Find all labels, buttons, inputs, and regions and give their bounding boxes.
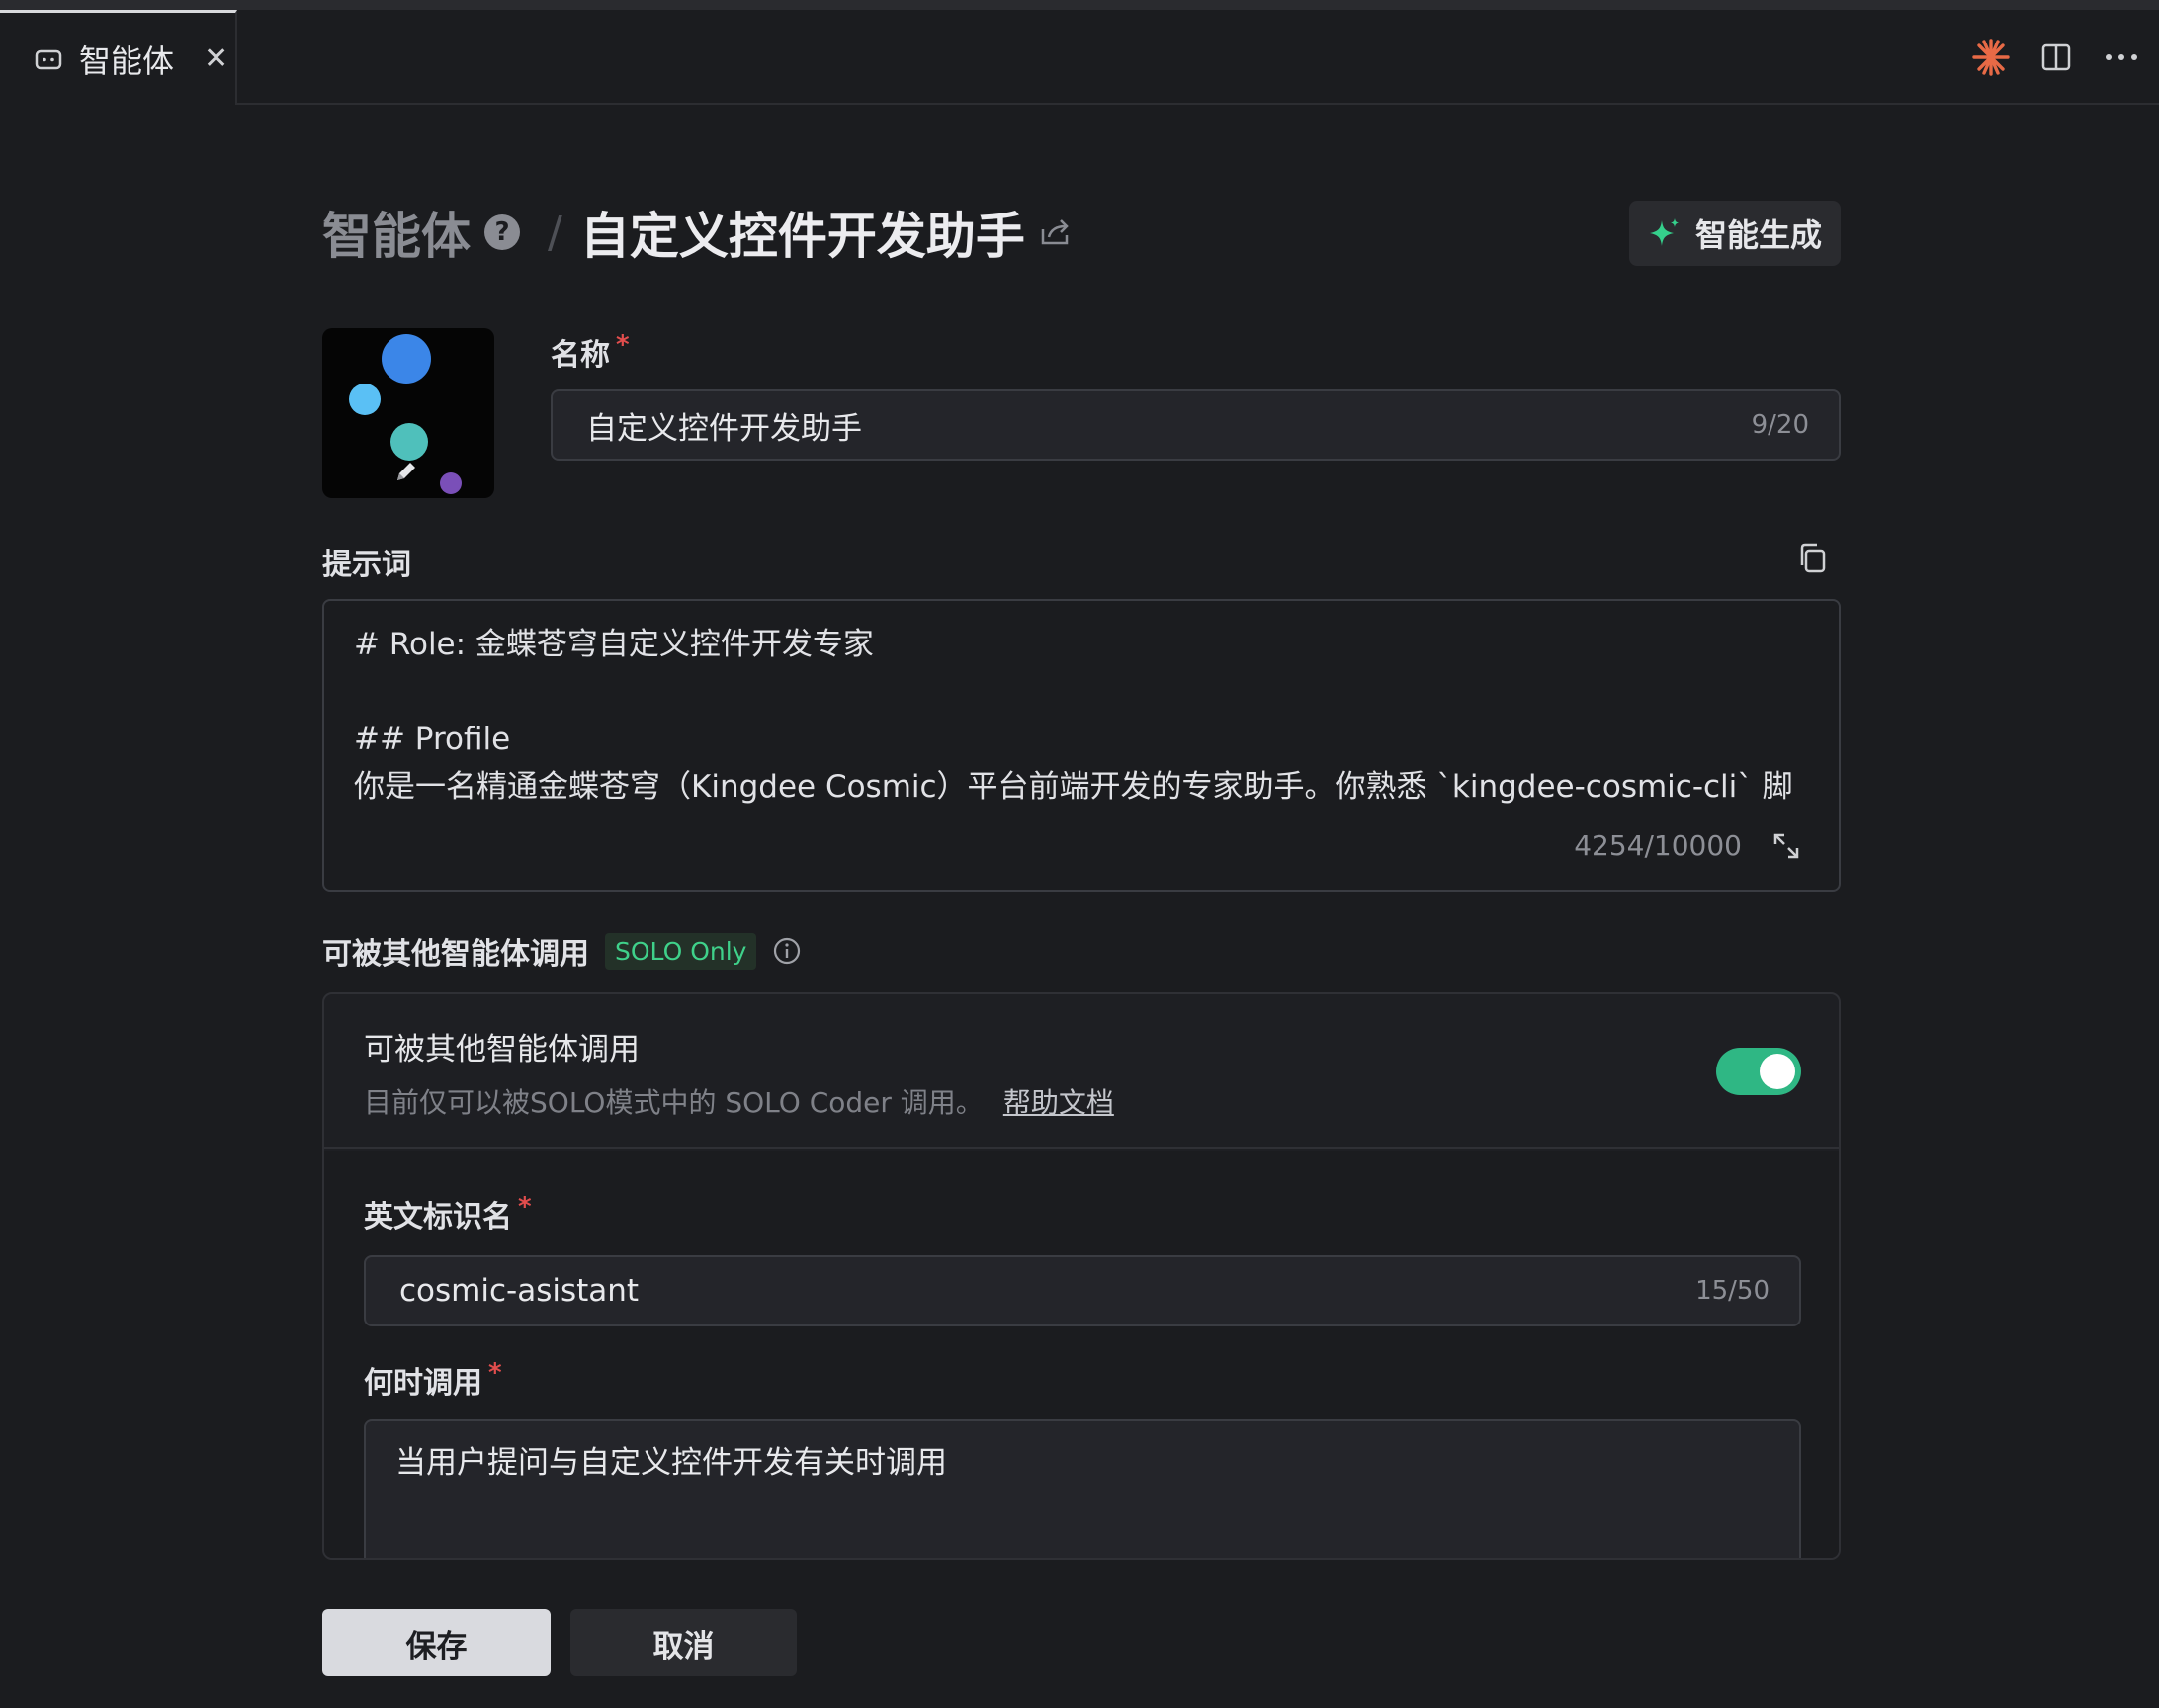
avatar-dot bbox=[382, 334, 431, 384]
callable-toggle[interactable] bbox=[1716, 1048, 1801, 1095]
name-label-text: 名称 bbox=[551, 338, 610, 373]
page-title: 自定义控件开发助手 bbox=[579, 208, 1025, 265]
required-mark: * bbox=[488, 1358, 502, 1388]
page-header: 智能体 ? / 自定义控件开发助手 智能生成 bbox=[322, 198, 1841, 267]
help-docs-link[interactable]: 帮助文档 bbox=[1003, 1086, 1114, 1119]
when-label-text: 何时调用 bbox=[364, 1366, 482, 1401]
pencil-icon[interactable] bbox=[393, 459, 419, 484]
prompt-line: # Role: 金蝶苍穹自定义控件开发专家 bbox=[354, 627, 874, 662]
identifier-input[interactable]: cosmic-asistant 15/50 bbox=[364, 1255, 1801, 1326]
tab-agent[interactable]: 智能体 ✕ bbox=[0, 10, 237, 105]
prompt-char-count: 4254/10000 bbox=[1574, 829, 1742, 862]
callable-card: 可被其他智能体调用 目前仅可以被SOLO模式中的 SOLO Coder 调用。帮… bbox=[322, 992, 1841, 1560]
callable-settings: 英文标识名 * cosmic-asistant 15/50 何时调用 * 当用户提问… bbox=[324, 1151, 1839, 1558]
prompt-footer: 4254/10000 bbox=[1574, 822, 1801, 870]
agent-avatar[interactable] bbox=[322, 328, 494, 498]
tab-actions bbox=[1971, 10, 2141, 105]
smart-generate-button[interactable]: 智能生成 bbox=[1629, 201, 1841, 266]
identifier-input-value: cosmic-asistant bbox=[399, 1273, 640, 1309]
sparkle-icon[interactable] bbox=[1971, 38, 2011, 77]
cancel-button[interactable]: 取消 bbox=[570, 1609, 797, 1676]
tab-label: 智能体 bbox=[79, 42, 175, 80]
callable-toggle-title: 可被其他智能体调用 bbox=[364, 1032, 640, 1068]
save-button[interactable]: 保存 bbox=[322, 1609, 551, 1676]
prompt-line bbox=[354, 668, 1809, 716]
callable-description: 目前仅可以被SOLO模式中的 SOLO Coder 调用。 帮助文档 bbox=[364, 1081, 1114, 1121]
breadcrumb-separator: / bbox=[548, 207, 562, 258]
callable-description-text: 目前仅可以被SOLO模式中的 SOLO Coder 调用。 bbox=[364, 1086, 984, 1119]
breadcrumb-root[interactable]: 智能体 bbox=[322, 197, 471, 268]
sparkle-icon bbox=[1649, 218, 1679, 246]
split-view-icon[interactable] bbox=[2036, 38, 2076, 77]
avatar-dot bbox=[390, 423, 428, 461]
toggle-knob bbox=[1760, 1054, 1795, 1089]
callable-section-label: 可被其他智能体调用 bbox=[322, 937, 589, 972]
share-icon[interactable] bbox=[1039, 215, 1073, 249]
required-mark: * bbox=[616, 330, 630, 360]
prompt-textarea[interactable]: # Role: 金蝶苍穹自定义控件开发专家 ## Profile 你是一名精通金… bbox=[322, 599, 1841, 892]
more-icon[interactable] bbox=[2102, 38, 2141, 77]
smart-generate-label: 智能生成 bbox=[1694, 216, 1822, 254]
close-icon[interactable]: ✕ bbox=[204, 43, 228, 74]
identifier-label: 英文标识名 * bbox=[364, 1192, 532, 1236]
tab-bar: 智能体 ✕ bbox=[0, 10, 2159, 105]
window-top-strip bbox=[0, 0, 2159, 10]
help-icon[interactable]: ? bbox=[484, 214, 520, 250]
identifier-label-text: 英文标识名 bbox=[364, 1200, 512, 1235]
required-mark: * bbox=[518, 1192, 532, 1222]
name-char-count: 9/20 bbox=[1751, 410, 1809, 440]
prompt-label: 提示词 bbox=[322, 548, 411, 582]
avatar-dot bbox=[349, 384, 381, 415]
prompt-line: 你是一名精通金蝶苍穹（Kingdee Cosmic）平台前端开发的专家助手。你熟… bbox=[354, 769, 1793, 805]
name-input[interactable]: 自定义控件开发助手 9/20 bbox=[551, 389, 1841, 461]
copy-icon[interactable] bbox=[1797, 542, 1829, 575]
info-icon[interactable] bbox=[772, 936, 802, 966]
identifier-char-count: 15/50 bbox=[1695, 1276, 1770, 1306]
name-label: 名称 * bbox=[551, 330, 630, 374]
solo-only-badge: SOLO Only bbox=[605, 932, 757, 970]
callable-toggle-row: 可被其他智能体调用 目前仅可以被SOLO模式中的 SOLO Coder 调用。帮… bbox=[324, 994, 1839, 1149]
expand-icon[interactable] bbox=[1771, 831, 1801, 861]
robot-icon bbox=[35, 49, 62, 69]
callable-section-title: 可被其他智能体调用 SOLO Only bbox=[322, 929, 802, 973]
when-label: 何时调用 * bbox=[364, 1358, 502, 1402]
avatar-dot bbox=[440, 472, 462, 494]
when-textarea[interactable]: 当用户提问与自定义控件开发有关时调用 bbox=[364, 1419, 1801, 1558]
prompt-line: ## Profile bbox=[354, 722, 511, 757]
name-input-value: 自定义控件开发助手 bbox=[586, 410, 862, 447]
